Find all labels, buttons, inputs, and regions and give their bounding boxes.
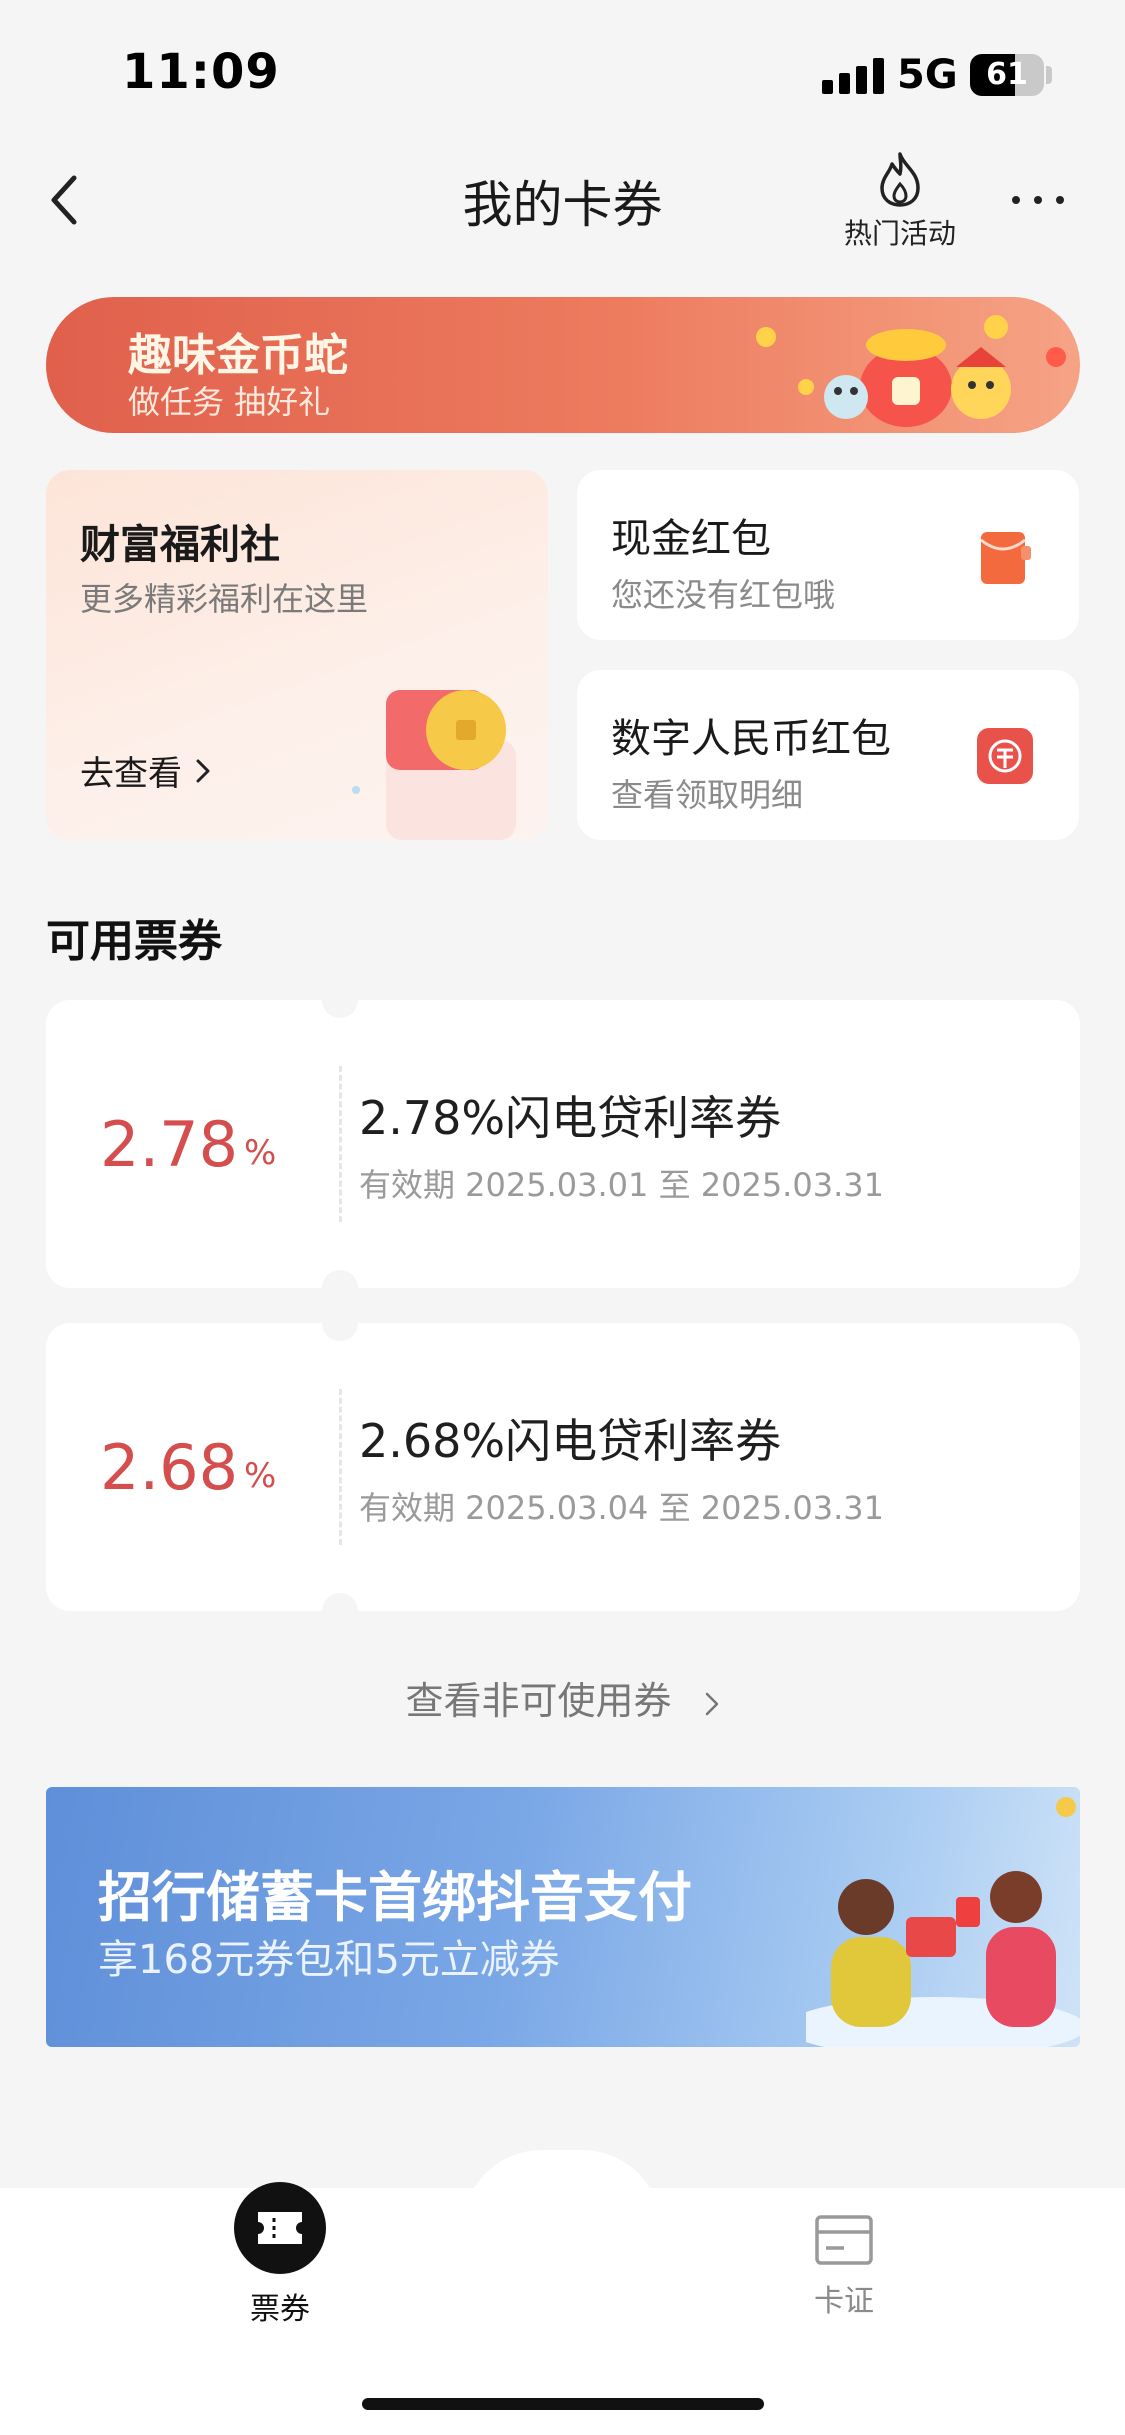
flame-icon xyxy=(880,152,920,207)
coupon-validity: 有效期 2025.03.01 至 2025.03.31 xyxy=(359,1166,884,1204)
coupon-name: 2.78%闪电贷利率券 xyxy=(359,1091,782,1145)
welfare-title: 财富福利社 xyxy=(80,522,280,568)
coupon-rate-unit: % xyxy=(244,1133,277,1173)
coupon-notch xyxy=(322,1593,358,1629)
view-unusable-label: 查看非可使用券 xyxy=(405,1679,672,1723)
red-envelope-icon xyxy=(980,532,1031,584)
more-dot xyxy=(1056,196,1064,204)
battery-tip xyxy=(1046,66,1052,84)
coupon-rate: 2.68 % xyxy=(100,1323,276,1611)
coupon-divider xyxy=(339,1389,342,1545)
welfare-view-link[interactable]: 去查看 xyxy=(80,746,212,795)
coupon-notch xyxy=(322,982,358,1018)
cash-red-envelope-card[interactable]: 现金红包 您还没有红包哦 xyxy=(577,470,1079,640)
promo-title: 招行储蓄卡首绑抖音支付 xyxy=(98,1866,692,1929)
battery-icon: 61 xyxy=(970,54,1044,96)
battery-level: 61 xyxy=(986,57,1028,92)
tab-cards-label: 卡证 xyxy=(814,2284,874,2319)
home-indicator xyxy=(362,2398,764,2410)
coupon-validity: 有效期 2025.03.04 至 2025.03.31 xyxy=(359,1489,884,1527)
golden-snake-banner[interactable]: 趣味金币蛇 做任务 抽好礼 xyxy=(46,297,1080,433)
welfare-view-label: 去查看 xyxy=(80,754,182,794)
wealth-welfare-card[interactable]: 财富福利社 更多精彩福利在这里 去查看 xyxy=(46,470,548,840)
ticket-icon xyxy=(234,2182,326,2274)
cash-card-title: 现金红包 xyxy=(611,516,771,562)
coupon-notch xyxy=(322,1305,358,1341)
digital-rmb-icon xyxy=(977,728,1033,784)
coupon-rate-unit: % xyxy=(244,1456,277,1496)
banner-subtitle: 做任务 抽好礼 xyxy=(128,383,331,421)
coupon-rate: 2.78 % xyxy=(100,1000,276,1288)
chevron-right-icon xyxy=(196,759,210,782)
coupon-name: 2.68%闪电贷利率券 xyxy=(359,1414,782,1468)
more-button[interactable] xyxy=(1012,190,1072,210)
digital-rmb-envelope-card[interactable]: 数字人民币红包 查看领取明细 xyxy=(577,670,1079,840)
banner-title: 趣味金币蛇 xyxy=(128,330,348,381)
available-coupons-heading: 可用票券 xyxy=(46,916,222,967)
digital-card-title: 数字人民币红包 xyxy=(611,716,891,762)
status-time: 11:09 xyxy=(122,44,280,100)
coupon-divider xyxy=(339,1066,342,1222)
chevron-right-icon xyxy=(705,1692,718,1715)
gift-wallet-illustration xyxy=(352,690,516,840)
coupon-card[interactable]: 2.68 % 2.68%闪电贷利率券 有效期 2025.03.04 至 2025… xyxy=(46,1305,1080,1629)
cmb-douyin-pay-banner[interactable]: 招行储蓄卡首绑抖音支付 享168元券包和5元立减券 xyxy=(46,1787,1080,2047)
hot-activity-label: 热门活动 xyxy=(843,217,956,250)
promo-people-illustration xyxy=(806,1797,1080,2047)
cellular-signal-icon xyxy=(822,58,884,94)
more-dot xyxy=(1012,196,1020,204)
more-dot xyxy=(1034,196,1042,204)
coupon-notch xyxy=(322,1270,358,1306)
view-unusable-coupons-link[interactable]: 查看非可使用券 xyxy=(0,1670,1125,1725)
coupon-card[interactable]: 2.78 % 2.78%闪电贷利率券 有效期 2025.03.01 至 2025… xyxy=(46,982,1080,1306)
coupon-rate-value: 2.68 xyxy=(100,1430,239,1504)
hot-activity-button[interactable]: 热门活动 xyxy=(830,150,970,260)
snake-mascot-illustration xyxy=(756,315,1066,427)
tab-coupons-label: 票券 xyxy=(250,2292,310,2327)
digital-card-subtitle: 查看领取明细 xyxy=(611,776,804,814)
welfare-subtitle: 更多精彩福利在这里 xyxy=(80,580,369,618)
network-type: 5G xyxy=(897,52,958,98)
tab-coupons[interactable]: 票券 xyxy=(180,2182,380,2328)
promo-subtitle: 享168元券包和5元立减券 xyxy=(98,1937,560,1983)
tab-cards[interactable]: 卡证 xyxy=(744,2214,944,2320)
coupon-rate-value: 2.78 xyxy=(100,1107,239,1181)
card-icon xyxy=(815,2215,873,2265)
cash-card-subtitle: 您还没有红包哦 xyxy=(611,576,836,614)
